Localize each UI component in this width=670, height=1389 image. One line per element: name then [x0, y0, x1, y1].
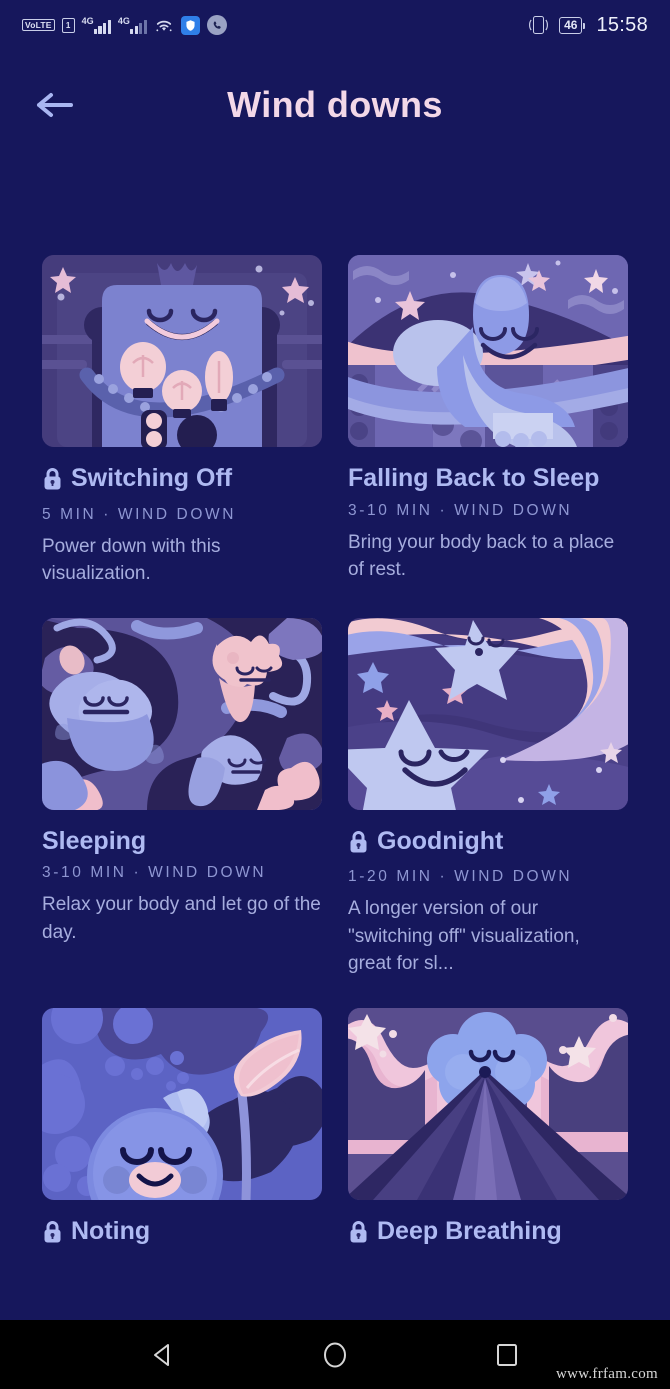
vibrate-icon	[527, 16, 550, 34]
character-with-lightbulbs-illustration	[42, 255, 322, 447]
card-sleeping[interactable]: Sleeping 3-10 MIN · WIND DOWN Relax your…	[42, 617, 322, 978]
signal-strength-icon-1: 4G	[81, 15, 111, 34]
card-thumbnail[interactable]	[42, 1007, 322, 1200]
status-bar-right: 46 15:58	[527, 14, 648, 37]
lock-icon	[42, 467, 63, 498]
card-meta: 1-20 MIN · WIND DOWN	[348, 868, 573, 886]
square-recents-icon	[497, 1343, 517, 1366]
back-arrow-icon	[37, 93, 73, 117]
card-goodnight[interactable]: Goodnight 1-20 MIN · WIND DOWN A longer …	[348, 617, 628, 978]
card-title-text: Deep Breathing	[377, 1216, 562, 1245]
card-title: Falling Back to Sleep	[348, 463, 628, 494]
phone-icon	[207, 15, 228, 35]
creature-with-feather-illustration	[42, 1007, 322, 1200]
card-title: Noting	[42, 1216, 322, 1251]
creature-sleeping-in-quilt-bed-illustration	[348, 255, 628, 447]
lock-icon	[42, 1220, 63, 1251]
app-header: Wind downs	[0, 50, 670, 160]
wind-down-grid: Switching Off 5 MIN · WIND DOWN Power do…	[0, 160, 670, 1259]
lock-icon	[348, 830, 369, 861]
card-thumbnail[interactable]	[42, 255, 322, 447]
card-title: Deep Breathing	[348, 1216, 628, 1251]
circle-home-icon	[324, 1342, 346, 1367]
clock: 15:58	[596, 13, 648, 36]
card-thumbnail[interactable]	[348, 255, 628, 447]
sim-indicator: 1	[61, 17, 75, 33]
card-description: Relax your body and let go of the day.	[42, 894, 321, 943]
signal-strength-icon-2: 4G	[117, 15, 148, 34]
sleepy-blob-creatures-illustration	[42, 617, 322, 810]
card-deep-breathing[interactable]: Deep Breathing	[348, 1007, 628, 1260]
back-button[interactable]	[30, 79, 82, 131]
card-meta: 3-10 MIN · WIND DOWN	[42, 864, 267, 882]
lock-icon	[348, 1220, 369, 1251]
card-noting[interactable]: Noting	[42, 1007, 322, 1260]
card-title-text: Switching Off	[71, 464, 233, 492]
card-title: Goodnight	[348, 826, 628, 861]
smiling-stars-with-ribbons-illustration	[348, 617, 628, 810]
card-thumbnail[interactable]	[348, 1007, 628, 1200]
card-title-text: Falling Back to Sleep	[348, 464, 600, 492]
watermark: www.frfam.com	[555, 1366, 658, 1382]
card-title-text: Noting	[71, 1216, 151, 1245]
card-falling-back-to-sleep[interactable]: Falling Back to Sleep 3-10 MIN · WIND DO…	[348, 255, 628, 588]
card-description: Bring your body back to a place of rest.	[348, 531, 615, 581]
card-title: Sleeping	[42, 826, 322, 857]
triangle-back-icon	[154, 1343, 169, 1366]
card-title-text: Goodnight	[377, 826, 504, 855]
nav-home-button[interactable]	[309, 1329, 361, 1381]
wifi-icon	[154, 17, 174, 33]
card-title-text: Sleeping	[42, 826, 147, 855]
card-title: Switching Off	[42, 463, 322, 498]
mountain-road-cloud-face-illustration	[348, 1007, 628, 1200]
card-thumbnail[interactable]	[42, 617, 322, 810]
card-meta: 5 MIN · WIND DOWN	[42, 505, 237, 523]
card-switching-off[interactable]: Switching Off 5 MIN · WIND DOWN Power do…	[42, 255, 322, 588]
network-type-label-2: 4G	[117, 15, 130, 26]
content-scroll-area[interactable]: Switching Off 5 MIN · WIND DOWN Power do…	[0, 160, 670, 1320]
battery-indicator: 46	[559, 16, 586, 34]
status-bar: VoLTE 1 4G 4G 46 15:58	[0, 0, 670, 50]
card-description: A longer version of our "switching off" …	[348, 898, 580, 975]
android-nav-bar: www.frfam.com	[0, 1320, 670, 1389]
card-meta: 3-10 MIN · WIND DOWN	[348, 501, 573, 519]
card-thumbnail[interactable]	[348, 617, 628, 810]
nav-back-button[interactable]	[137, 1329, 189, 1381]
page-title: Wind downs	[227, 84, 443, 125]
shield-icon	[181, 15, 201, 35]
nav-recents-button[interactable]	[481, 1329, 533, 1381]
network-type-label-1: 4G	[81, 15, 94, 26]
volte-badge: VoLTE	[22, 18, 55, 32]
status-bar-left: VoLTE 1 4G 4G	[22, 15, 228, 35]
card-description: Power down with this visualization.	[42, 535, 221, 585]
